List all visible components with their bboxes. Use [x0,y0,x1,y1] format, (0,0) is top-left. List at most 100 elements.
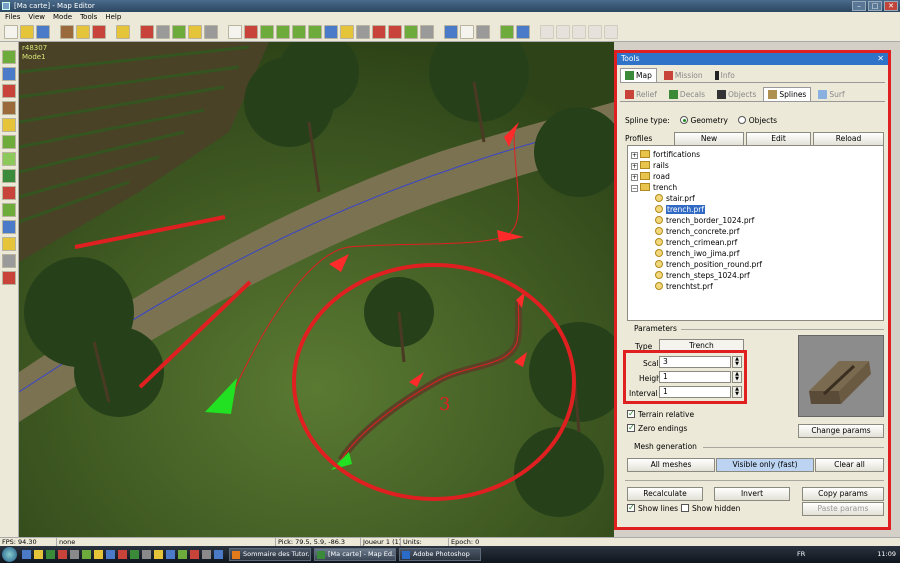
unit-icon[interactable] [2,186,16,200]
quicklaunch-icon[interactable] [22,550,31,559]
pen-tool-icon[interactable] [156,25,170,39]
menu-view[interactable]: View [28,12,45,23]
image-tool-icon[interactable] [500,25,514,39]
map-viewport[interactable]: r48307 Mode1 3 [19,42,614,537]
tab-mission[interactable]: Mission [659,68,708,82]
tab-surf[interactable]: Surf [813,87,849,101]
zero-endings-checkbox[interactable] [627,423,635,432]
close-icon[interactable]: ✕ [877,53,884,65]
save-icon[interactable] [36,25,50,39]
tab-relief[interactable]: Relief [620,87,662,101]
copy-params-button[interactable]: Copy params [802,487,884,501]
window-title-bar[interactable]: [Ma carte] - Map Editor – □ ✕ [0,0,900,12]
building-tool-icon[interactable] [356,25,370,39]
tree-folder[interactable]: − trench [631,182,677,193]
fortification-icon[interactable] [2,271,16,285]
quicklaunch-icon[interactable] [106,550,115,559]
tab-decals[interactable]: Decals [664,87,710,101]
terrain-icon[interactable] [2,50,16,64]
quicklaunch-icon[interactable] [142,550,151,559]
object-tool-icon[interactable] [244,25,258,39]
quicklaunch-icon[interactable] [202,550,211,559]
visible-only-button[interactable]: Visible only (fast) [716,458,814,472]
objects-radio[interactable] [738,116,747,124]
tab-splines[interactable]: Splines [763,87,812,101]
expand-icon[interactable]: + [631,152,638,159]
menu-mode[interactable]: Mode [53,12,72,23]
quicklaunch-icon[interactable] [46,550,55,559]
terrain-scene[interactable] [19,42,614,537]
menu-tools[interactable]: Tools [80,12,97,23]
water-icon[interactable] [2,67,16,81]
quicklaunch-icon[interactable] [82,550,91,559]
geometry-radio[interactable] [680,116,689,124]
layer-tool-icon[interactable] [188,25,202,39]
close-window-button[interactable]: ✕ [884,1,898,11]
show-hidden-checkbox[interactable] [681,504,689,512]
grid-icon[interactable] [2,135,16,149]
tree-file[interactable]: trench_position_round.prf [655,259,762,270]
field-icon[interactable] [2,203,16,217]
tree-file-selected[interactable]: trench.prf [655,204,705,215]
tools-title-bar[interactable]: Tools ✕ [617,53,888,65]
unit-tool-icon[interactable] [372,25,386,39]
properties-tool-icon[interactable] [476,25,490,39]
water-tool-icon[interactable] [324,25,338,39]
change-params-button[interactable]: Change params [798,424,884,438]
start-button[interactable] [2,547,17,562]
forest-tool-icon[interactable] [308,25,322,39]
profiles-tree[interactable]: + fortifications + rails + road − trench sta… [627,145,884,321]
expand-icon[interactable]: + [631,174,638,181]
tree-file[interactable]: trench_steps_1024.prf [655,270,750,281]
all-meshes-button[interactable]: All meshes [627,458,715,472]
quicklaunch-icon[interactable] [190,550,199,559]
forest-icon[interactable] [2,169,16,183]
tree-file[interactable]: trench_iwo_jima.prf [655,248,739,259]
grid-tool-icon[interactable] [204,25,218,39]
lighting-tool-icon[interactable] [76,25,90,39]
river-icon[interactable] [2,220,16,234]
road-icon[interactable] [2,118,16,132]
expand-icon[interactable]: + [631,163,638,170]
fence-tool-icon[interactable] [420,25,434,39]
clear-all-button[interactable]: Clear all [815,458,884,472]
menu-help[interactable]: Help [105,12,121,23]
new-file-icon[interactable] [4,25,18,39]
grass-tool-icon[interactable] [276,25,290,39]
maximize-button[interactable]: □ [868,1,882,11]
texture-tool-icon[interactable] [172,25,186,39]
quicklaunch-icon[interactable] [34,550,43,559]
tree-file[interactable]: trench_concrete.prf [655,226,739,237]
document-tool-icon[interactable] [460,25,474,39]
taskbar-item-active[interactable]: [Ma carte] - Map Ed... [314,548,396,561]
quicklaunch-icon[interactable] [118,550,127,559]
flag-tool-icon[interactable] [388,25,402,39]
clock[interactable]: 11:09 [877,546,896,563]
road-tool-icon[interactable] [340,25,354,39]
rock-icon[interactable] [2,254,16,268]
select-cursor-icon[interactable] [228,25,242,39]
house-icon[interactable] [2,84,16,98]
quicklaunch-icon[interactable] [130,550,139,559]
quicklaunch-icon[interactable] [166,550,175,559]
tab-info[interactable]: Info [710,68,740,82]
quicklaunch-icon[interactable] [70,550,79,559]
terrain-tool-icon[interactable] [60,25,74,39]
settings-tool-icon[interactable] [516,25,530,39]
tree-folder[interactable]: + road [631,171,670,182]
building-icon[interactable] [2,101,16,115]
show-lines-checkbox[interactable] [627,503,635,512]
tab-objects[interactable]: Objects [712,87,761,101]
open-file-icon[interactable] [20,25,34,39]
tree-file[interactable]: trench_border_1024.prf [655,215,754,226]
tree-file[interactable]: stair.prf [655,193,695,204]
tree-folder[interactable]: + fortifications [631,149,700,160]
tree-file[interactable]: trench_crimean.prf [655,237,737,248]
quicklaunch-icon[interactable] [94,550,103,559]
quicklaunch-icon[interactable] [58,550,67,559]
paint-tool-icon[interactable] [140,25,154,39]
new-profile-button[interactable]: New [674,132,744,146]
menu-files[interactable]: Files [5,12,20,23]
path-icon[interactable] [2,237,16,251]
invert-button[interactable]: Invert [714,487,790,501]
